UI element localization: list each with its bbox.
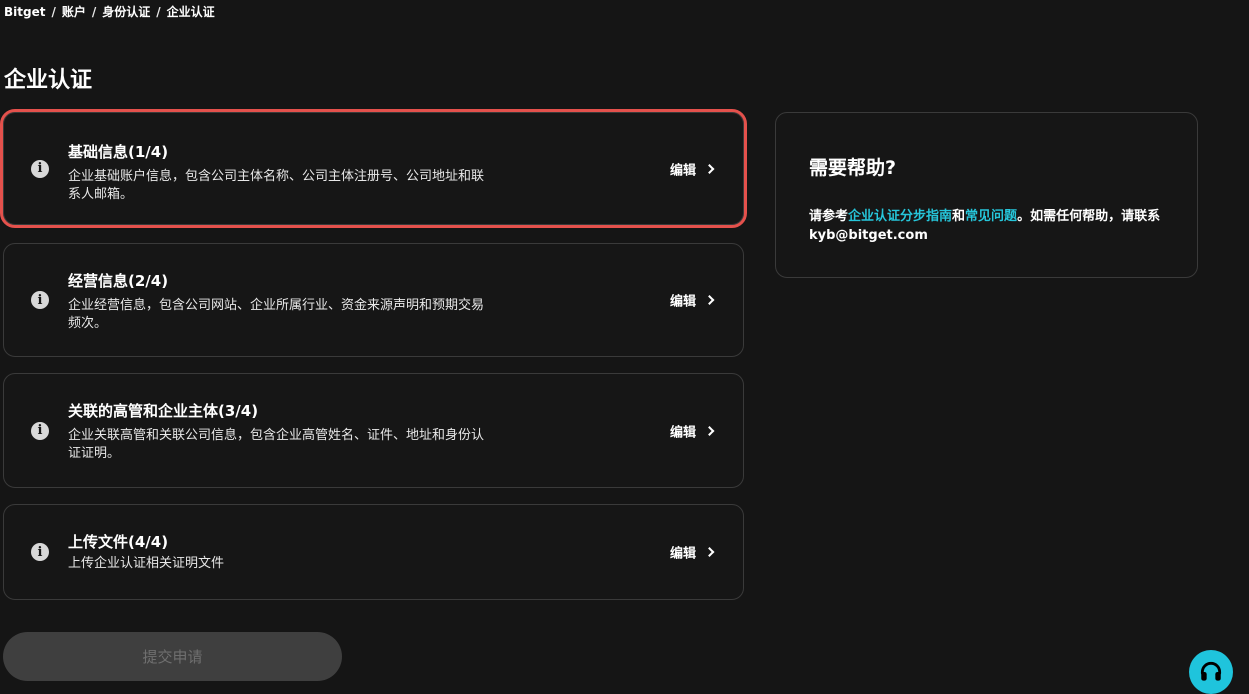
edit-button[interactable]: 编辑	[669, 421, 715, 440]
breadcrumb-separator: /	[91, 4, 97, 19]
info-icon: i	[31, 159, 49, 178]
submit-application-button[interactable]: 提交申请	[3, 632, 342, 681]
info-icon: i	[31, 421, 49, 440]
help-title: 需要帮助?	[809, 157, 897, 179]
step-desc: 企业基础账户信息，包含公司主体名称、公司主体注册号、公司地址和联系人邮箱。	[68, 169, 485, 202]
help-card: 需要帮助? 请参考企业认证分步指南和常见问题。如需任何帮助，请联系 kyb@bi…	[775, 112, 1198, 278]
edit-button[interactable]: 编辑	[669, 543, 715, 562]
edit-button[interactable]: 编辑	[669, 159, 715, 178]
step-title: 经营信息(2/4)	[68, 272, 169, 290]
chevron-right-icon	[704, 295, 715, 305]
page: Bitget / 账户 / 身份认证 / 企业认证 企业认证 i 基础信息(1/…	[0, 0, 1249, 694]
chevron-right-icon	[704, 425, 715, 436]
chevron-right-icon	[704, 163, 715, 174]
breadcrumb-item-home[interactable]: Bitget	[4, 5, 45, 19]
chevron-right-icon	[704, 547, 715, 557]
edit-button[interactable]: 编辑	[669, 291, 715, 310]
step-text: 上传文件(4/4) 上传企业认证相关证明文件	[68, 531, 488, 573]
step-title: 关联的高管和企业主体(3/4)	[68, 402, 259, 420]
customer-support-button[interactable]	[1189, 650, 1233, 694]
step-title: 上传文件(4/4)	[68, 533, 169, 551]
step-card-basic-info[interactable]: i 基础信息(1/4) 企业基础账户信息，包含公司主体名称、公司主体注册号、公司…	[0, 109, 747, 228]
edit-label: 编辑	[669, 425, 696, 440]
step-text: 关联的高管和企业主体(3/4) 企业关联高管和关联公司信息，包含企业高管姓名、证…	[68, 400, 488, 463]
step-title: 基础信息(1/4)	[68, 143, 169, 161]
page-title: 企业认证	[4, 68, 93, 93]
faq-link[interactable]: 常见问题	[965, 209, 1017, 224]
breadcrumb-item-account[interactable]: 账户	[62, 3, 86, 20]
step-card-executives[interactable]: i 关联的高管和企业主体(3/4) 企业关联高管和关联公司信息，包含企业高管姓名…	[3, 373, 744, 488]
edit-label: 编辑	[669, 546, 696, 562]
kyb-guide-link[interactable]: 企业认证分步指南	[848, 209, 952, 224]
step-desc: 上传企业认证相关证明文件	[68, 556, 225, 571]
step-text: 基础信息(1/4) 企业基础账户信息，包含公司主体名称、公司主体注册号、公司地址…	[68, 141, 488, 204]
step-card-business-info[interactable]: i 经营信息(2/4) 企业经营信息，包含公司网站、企业所属行业、资金来源声明和…	[3, 243, 744, 357]
edit-label: 编辑	[669, 163, 696, 178]
step-desc: 企业关联高管和关联公司信息，包含企业高管姓名、证件、地址和身份认证证明。	[68, 428, 485, 461]
info-icon: i	[31, 291, 49, 309]
breadcrumb: Bitget / 账户 / 身份认证 / 企业认证	[4, 3, 215, 20]
step-card-upload-files[interactable]: i 上传文件(4/4) 上传企业认证相关证明文件 编辑	[3, 504, 744, 600]
step-desc: 企业经营信息，包含公司网站、企业所属行业、资金来源声明和预期交易频次。	[68, 298, 485, 331]
help-body: 请参考企业认证分步指南和常见问题。如需任何帮助，请联系 kyb@bitget.c…	[809, 207, 1174, 245]
headset-icon	[1200, 661, 1222, 681]
edit-label: 编辑	[669, 294, 696, 310]
breadcrumb-item-current: 企业认证	[166, 5, 215, 19]
info-icon: i	[31, 543, 49, 561]
breadcrumb-item-identity[interactable]: 身份认证	[102, 3, 150, 20]
breadcrumb-separator: /	[51, 4, 56, 19]
breadcrumb-separator: /	[156, 4, 161, 19]
help-text: 请参考	[809, 209, 849, 224]
steps-list: i 基础信息(1/4) 企业基础账户信息，包含公司主体名称、公司主体注册号、公司…	[0, 109, 747, 616]
help-text: 和	[952, 209, 966, 224]
step-text: 经营信息(2/4) 企业经营信息，包含公司网站、企业所属行业、资金来源声明和预期…	[68, 270, 488, 333]
